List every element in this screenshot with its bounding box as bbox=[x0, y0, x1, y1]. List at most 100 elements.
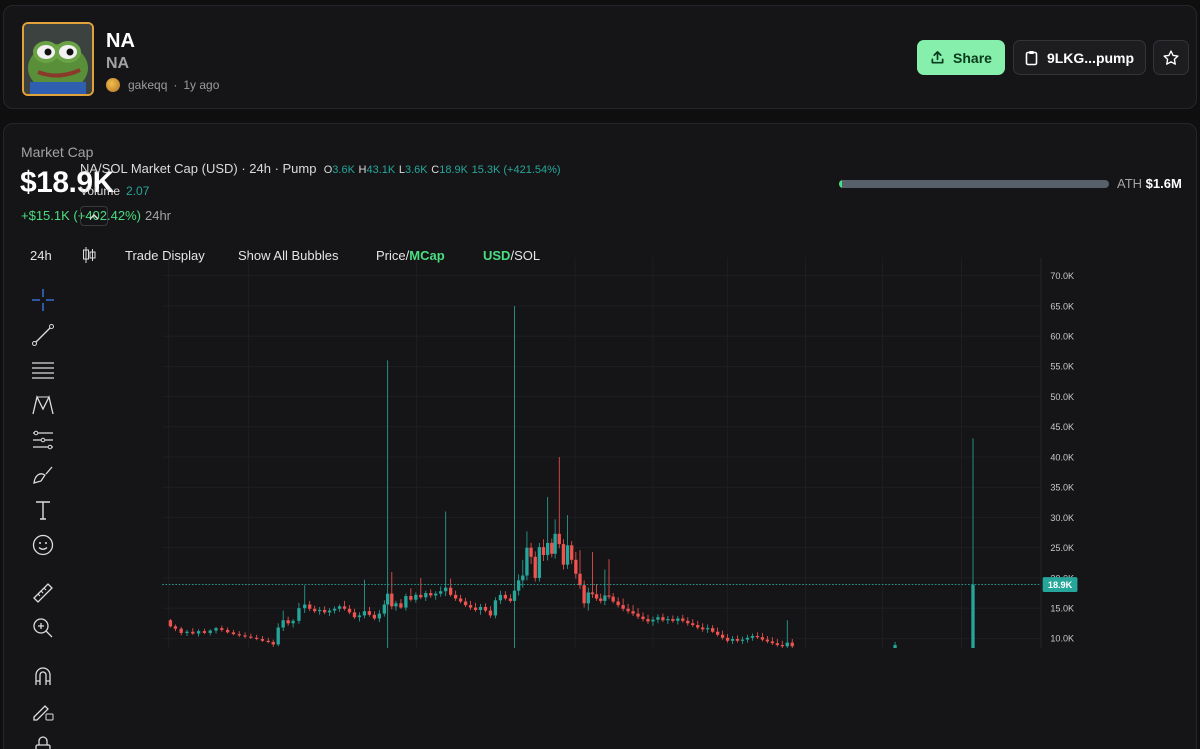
chart-legend: NA/SOL Market Cap (USD) · 24h · Pump O3.… bbox=[80, 161, 561, 176]
legend-close-value: 18.9K bbox=[439, 164, 468, 176]
candle-body bbox=[377, 613, 382, 619]
creator-name[interactable]: gakeqq bbox=[128, 78, 167, 92]
chevron-up-icon bbox=[89, 213, 99, 220]
candle-body bbox=[347, 608, 352, 613]
candle-body bbox=[168, 620, 173, 627]
y-tick-label: 30.0K bbox=[1050, 513, 1074, 523]
candle-body bbox=[453, 594, 458, 599]
separator-dot: · bbox=[173, 78, 178, 92]
pepe-logo-icon bbox=[24, 24, 92, 94]
candle-body bbox=[715, 631, 720, 635]
pattern-tool[interactable] bbox=[26, 392, 60, 418]
candle-body bbox=[770, 641, 775, 644]
clipboard-icon bbox=[1025, 50, 1038, 65]
star-icon bbox=[1163, 49, 1179, 65]
fib-tool[interactable] bbox=[26, 427, 60, 453]
edit-tool[interactable] bbox=[26, 698, 60, 724]
candle-body bbox=[701, 627, 705, 630]
ruler-tool[interactable] bbox=[26, 580, 60, 606]
candle-body bbox=[750, 635, 755, 638]
candle-body bbox=[745, 637, 750, 640]
candle-body bbox=[362, 611, 367, 616]
candle-body bbox=[382, 604, 386, 614]
candle-body bbox=[561, 544, 566, 565]
candle-body bbox=[503, 594, 508, 599]
legend-open-value: 3.6K bbox=[332, 164, 355, 176]
brush-tool[interactable] bbox=[26, 462, 60, 488]
current-price-label: 18.9K bbox=[1048, 580, 1073, 590]
candle-body bbox=[550, 542, 554, 554]
candle-body bbox=[434, 593, 438, 596]
candle-body bbox=[249, 636, 253, 638]
candle-body bbox=[322, 609, 327, 613]
candle-body bbox=[231, 632, 236, 635]
lock-tool[interactable] bbox=[26, 733, 60, 749]
candle-body bbox=[191, 631, 195, 634]
candle-body bbox=[473, 607, 478, 610]
candle-body bbox=[780, 645, 784, 647]
magnet-icon bbox=[35, 667, 51, 685]
candle-body bbox=[367, 611, 372, 615]
favorite-button[interactable] bbox=[1153, 40, 1189, 75]
candle-body bbox=[483, 606, 488, 611]
emoji-tool[interactable] bbox=[26, 532, 60, 558]
candle-body bbox=[641, 616, 645, 620]
share-button[interactable]: Share bbox=[917, 40, 1005, 75]
legend-high-value: 43.1K bbox=[366, 164, 396, 176]
candle-body bbox=[254, 637, 259, 639]
lock-icon bbox=[35, 736, 51, 749]
y-tick-label: 65.0K bbox=[1050, 301, 1074, 311]
horizontal-lines-tool[interactable] bbox=[26, 357, 60, 383]
trendline-icon bbox=[32, 324, 54, 346]
contract-address: 9LKG...pump bbox=[1046, 49, 1135, 66]
volume-label: Volume bbox=[80, 184, 121, 198]
creator-info: gakeqq · 1y ago bbox=[106, 78, 219, 92]
candle-body bbox=[419, 594, 423, 598]
candle-body bbox=[594, 594, 599, 599]
brush-icon bbox=[33, 466, 53, 484]
candle-body bbox=[352, 612, 357, 618]
y-tick-label: 45.0K bbox=[1050, 422, 1074, 432]
trendline-tool[interactable] bbox=[26, 322, 60, 348]
collapse-legend-button[interactable] bbox=[80, 206, 108, 226]
crosshair-tool[interactable] bbox=[26, 287, 60, 313]
market-cap-chart[interactable]: 10.0K15.0K20.0K25.0K30.0K35.0K40.0K45.0K… bbox=[66, 158, 1191, 648]
copy-contract-button[interactable]: 9LKG...pump bbox=[1013, 40, 1146, 75]
candle-body bbox=[578, 573, 582, 586]
candle-body bbox=[404, 596, 408, 608]
y-tick-label: 60.0K bbox=[1050, 331, 1074, 341]
ruler-icon bbox=[33, 583, 53, 603]
legend-open-key: O bbox=[323, 164, 333, 176]
candle-body bbox=[429, 593, 433, 596]
zoom-tool[interactable] bbox=[26, 615, 60, 641]
candle-body bbox=[785, 642, 789, 647]
token-name: NA bbox=[106, 30, 135, 52]
text-icon bbox=[36, 501, 50, 520]
candle-body bbox=[725, 637, 730, 641]
volume-value: 2.07 bbox=[126, 184, 150, 198]
magnet-tool[interactable] bbox=[26, 663, 60, 689]
candle-body bbox=[893, 645, 897, 648]
legend-title: NA/SOL Market Cap (USD) · 24h · Pump bbox=[80, 161, 317, 176]
candle-body bbox=[590, 592, 595, 595]
candle-body bbox=[208, 630, 212, 633]
legend-low-value: 3.6K bbox=[405, 164, 428, 176]
candle-body bbox=[553, 533, 557, 554]
candle-body bbox=[557, 533, 561, 545]
candle-body bbox=[179, 628, 183, 633]
smiley-icon bbox=[32, 534, 54, 556]
creator-avatar[interactable] bbox=[106, 78, 120, 92]
interval-selector[interactable]: 24h bbox=[30, 248, 52, 263]
candle-body bbox=[276, 627, 280, 645]
candle-body bbox=[676, 618, 680, 621]
candle-body bbox=[671, 619, 675, 621]
candle-body bbox=[765, 639, 770, 642]
candle-body bbox=[607, 595, 611, 597]
y-tick-label: 40.0K bbox=[1050, 452, 1074, 462]
pencil-lock-icon bbox=[33, 705, 54, 721]
candle-body bbox=[291, 620, 295, 624]
text-tool[interactable] bbox=[26, 497, 60, 523]
token-symbol: NA bbox=[106, 55, 130, 72]
candle-body bbox=[308, 604, 312, 609]
token-avatar[interactable] bbox=[22, 22, 94, 96]
